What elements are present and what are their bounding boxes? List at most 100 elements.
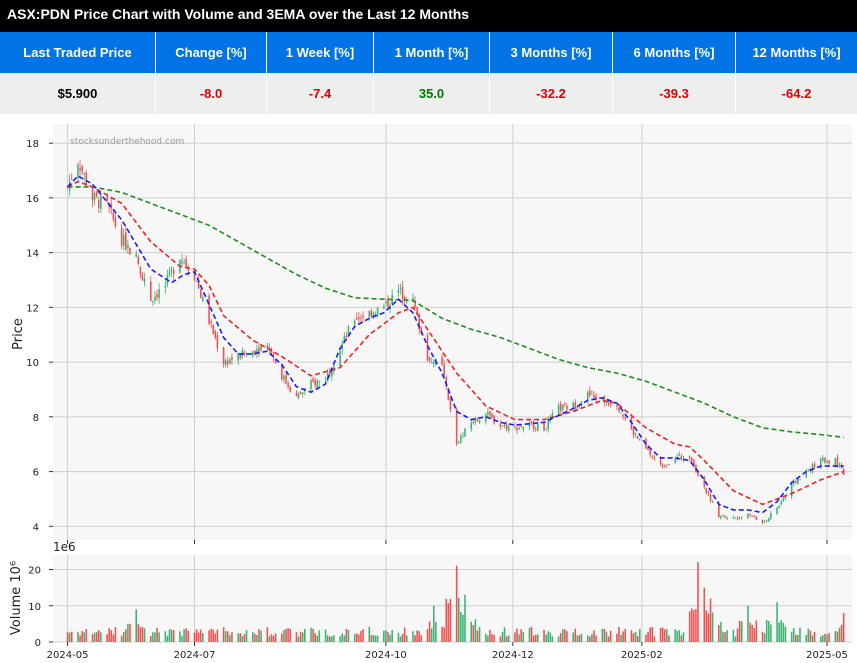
candle-body [616, 405, 618, 407]
candle-body [95, 191, 98, 197]
volume-bar [376, 635, 379, 642]
volume-bar [462, 614, 464, 642]
volume-axis-label: Volume 10⁶ [9, 561, 24, 635]
candle-body [732, 517, 735, 519]
candle-body [487, 411, 489, 415]
header-3-months: 3 Months [%] [489, 32, 613, 73]
candle-body [747, 513, 749, 519]
candle-body [634, 434, 637, 436]
volume-bar [441, 626, 443, 642]
candle-body [705, 488, 708, 494]
volume-bar [809, 630, 812, 642]
candle-body [216, 335, 219, 348]
volume-bar [420, 635, 423, 642]
candle-body [287, 382, 289, 388]
volume-bar [112, 634, 115, 642]
volume-bar [668, 635, 670, 642]
volume-bar [736, 628, 739, 642]
candle-body [836, 457, 839, 467]
candle-body [709, 494, 712, 502]
volume-bar [528, 627, 531, 642]
value-change: -8.0 [155, 73, 267, 114]
header-1-month: 1 Month [%] [373, 32, 490, 73]
volume-bar [653, 636, 656, 642]
candle-body [520, 426, 522, 428]
volume-bar [258, 629, 260, 642]
volume-bar [776, 602, 778, 642]
candle-body [485, 414, 487, 422]
candle-body [401, 287, 404, 299]
volume-bar [287, 628, 289, 642]
candle-body [195, 280, 198, 282]
candle-body [503, 424, 506, 426]
candle-body [470, 422, 473, 430]
volume-bar [256, 634, 258, 642]
volume-bar [445, 598, 448, 642]
volume-bar [447, 603, 450, 642]
candle-body [106, 196, 108, 202]
volume-y-tick-label: 10 [28, 602, 41, 613]
volume-bar [150, 635, 152, 642]
volume-bar [807, 628, 810, 642]
volume-bar [755, 620, 758, 642]
volume-bar [314, 633, 316, 642]
volume-bar [790, 632, 793, 642]
candle-body [214, 330, 217, 338]
volume-bar [127, 623, 129, 642]
x-tick-label: 2025-05 [806, 650, 848, 661]
candle-body [770, 512, 772, 519]
volume-bar [522, 631, 525, 642]
candle-body [659, 458, 662, 465]
volume-bar [601, 628, 604, 642]
candle-body [231, 357, 233, 361]
volume-bar [836, 631, 839, 642]
candle-body [489, 411, 491, 416]
volume-bar [784, 626, 787, 642]
volume-bar [545, 634, 547, 642]
volume-bar [251, 632, 254, 642]
candle-body [152, 300, 154, 303]
volume-bar [77, 631, 79, 642]
candle-body [383, 306, 385, 309]
volume-bar [324, 629, 327, 642]
value-1-week: -7.4 [266, 73, 374, 114]
volume-bar [576, 635, 579, 642]
volume-bar [139, 627, 142, 642]
candle-body [516, 427, 518, 431]
volume-bar [693, 610, 695, 642]
volume-bar [326, 635, 329, 642]
volume-bar [647, 631, 649, 642]
volume-bar [682, 632, 685, 642]
volume-bar [674, 629, 676, 642]
candle-body [478, 420, 481, 423]
volume-bar [312, 628, 314, 642]
volume-bar [135, 609, 138, 642]
price-y-tick-label: 18 [26, 139, 39, 150]
header-1-week: 1 Week [%] [266, 32, 374, 73]
candle-body [141, 274, 144, 281]
stats-header-row: Last Traded Price Change [%] 1 Week [%] … [0, 32, 857, 73]
volume-bar [430, 628, 433, 642]
value-1-month: 35.0 [373, 73, 490, 114]
candle-body [476, 419, 479, 421]
volume-bar [303, 628, 306, 642]
candle-body [112, 212, 115, 220]
volume-bar [387, 631, 389, 642]
volume-bar [620, 634, 622, 642]
volume-bar [503, 627, 506, 642]
price-volume-chart: stocksunderthehood.com 4 6 8 10 12 14 16 18 Pri… [9, 124, 852, 661]
candle-body [362, 315, 364, 318]
volume-bar [368, 626, 371, 642]
title-bar: ASX:PDN Price Chart with Volume and 3EMA… [0, 0, 857, 32]
candle-body [405, 301, 408, 303]
volume-bar [532, 635, 535, 642]
volume-bar [580, 633, 583, 642]
volume-bar [618, 627, 620, 642]
volume-bar [763, 633, 766, 642]
candle-body [778, 505, 780, 508]
candle-body [724, 516, 726, 518]
volume-bar [241, 636, 244, 642]
candle-body [501, 426, 504, 427]
volume-bar [224, 631, 227, 642]
volume-bar [780, 620, 783, 642]
